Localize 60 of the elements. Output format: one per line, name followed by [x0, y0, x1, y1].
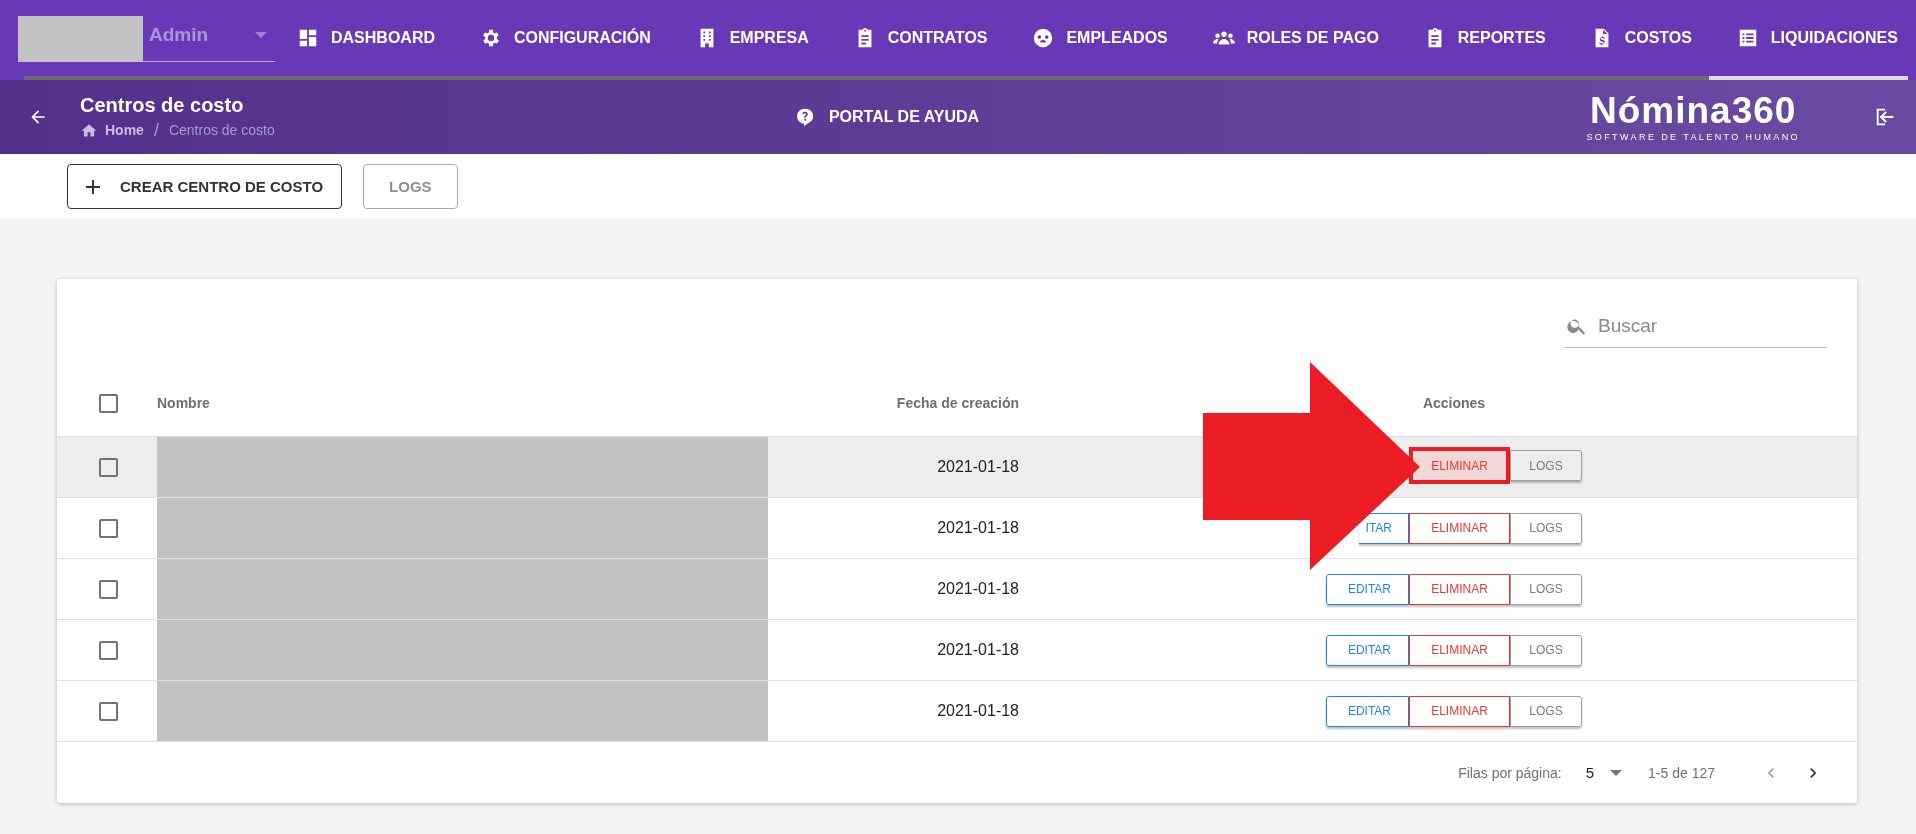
- help-icon: [794, 107, 815, 127]
- table-row[interactable]: 2021-01-18 EDITAR ELIMINAR LOGS: [57, 620, 1857, 681]
- row-checkbox[interactable]: [98, 579, 118, 599]
- search-field[interactable]: Buscar: [1596, 313, 1800, 338]
- date-cell: 2021-01-18: [937, 641, 1019, 658]
- delete-button[interactable]: ELIMINAR: [1409, 447, 1510, 484]
- breadcrumb-link[interactable]: Home: [105, 122, 144, 138]
- face-icon: [1032, 27, 1055, 49]
- nav-tab[interactable]: EMPLEADOS: [1004, 0, 1178, 80]
- row-checkbox[interactable]: [98, 518, 118, 538]
- logs-button[interactable]: LOGS: [1510, 512, 1582, 544]
- caret-icon: [1610, 769, 1623, 776]
- nav-tab[interactable]: COSTOS: [1562, 0, 1702, 80]
- dashboard-icon: [297, 27, 319, 49]
- table-row[interactable]: 2021-01-18 EDITAR ELIMINAR LOGS: [57, 681, 1857, 742]
- page-range: 1-5 de 127: [1648, 764, 1715, 781]
- home-icon: [80, 122, 98, 138]
- edit-button[interactable]: EDITAR: [1326, 634, 1409, 666]
- nav-tab[interactable]: REPORTES: [1395, 0, 1556, 80]
- nav-tab[interactable]: LIQUIDACIONES: [1708, 0, 1908, 80]
- delete-button[interactable]: ELIMINAR: [1409, 512, 1510, 544]
- logo-name: Nómina360: [1590, 92, 1797, 129]
- page-title: Centros de costo: [80, 93, 245, 117]
- caret-icon: [255, 31, 267, 38]
- date-cell: 2021-01-18: [937, 519, 1019, 536]
- nav-tab[interactable]: EMPRESA: [667, 0, 819, 80]
- column-header[interactable]: Fecha de creación: [896, 395, 1019, 411]
- nav-tab[interactable]: CONFIGURACIÓN: [451, 0, 661, 80]
- column-header: Acciones: [1422, 395, 1486, 411]
- row-checkbox[interactable]: [98, 457, 118, 477]
- edit-button[interactable]: EDITAR: [1326, 695, 1409, 727]
- plus-icon: [86, 179, 100, 194]
- delete-button[interactable]: ELIMINAR: [1409, 695, 1510, 727]
- column-header[interactable]: Nombre: [157, 395, 210, 411]
- breadcrumb-current: Centros de costo: [168, 122, 275, 138]
- logout-icon[interactable]: [1874, 106, 1896, 128]
- date-cell: 2021-01-18: [937, 458, 1019, 475]
- select-all-checkbox[interactable]: [98, 393, 118, 413]
- user-select[interactable]: Admin: [143, 16, 275, 62]
- delete-button[interactable]: ELIMINAR: [1409, 634, 1510, 666]
- logo-tagline: SOFTWARE DE TALENTO HUMANO: [1586, 133, 1800, 142]
- nav-tab[interactable]: ROLES DE PAGO: [1184, 0, 1389, 80]
- logs-button[interactable]: LOGS: [1510, 450, 1582, 481]
- create-button[interactable]: CREAR CENTRO DE COSTO: [67, 164, 343, 209]
- logs-button[interactable]: LOGS: [1510, 695, 1582, 727]
- edit-button[interactable]: EDITAR: [1326, 573, 1409, 605]
- row-checkbox[interactable]: [98, 701, 118, 721]
- date-cell: 2021-01-18: [937, 702, 1019, 719]
- nav-tab[interactable]: CONTRATOS: [825, 0, 998, 80]
- row-checkbox[interactable]: [98, 640, 118, 660]
- help-portal-link[interactable]: PORTAL DE AYUDA: [828, 108, 980, 126]
- delete-button[interactable]: ELIMINAR: [1409, 573, 1510, 605]
- logs-button[interactable]: LOGS: [1510, 634, 1582, 666]
- table-row[interactable]: 2021-01-18 ITAR ELIMINAR LOGS: [57, 498, 1857, 559]
- date-cell: 2021-01-18: [937, 580, 1019, 597]
- logs-button[interactable]: LOGS: [1510, 573, 1582, 605]
- rows-per-page-label: Filas por página:: [1458, 764, 1562, 781]
- breadcrumb-separator: /: [153, 119, 159, 141]
- rows-per-page-select[interactable]: 5: [1585, 764, 1623, 781]
- table-row[interactable]: 2021-01-18 EDITAR ELIMINAR LOGS: [57, 559, 1857, 620]
